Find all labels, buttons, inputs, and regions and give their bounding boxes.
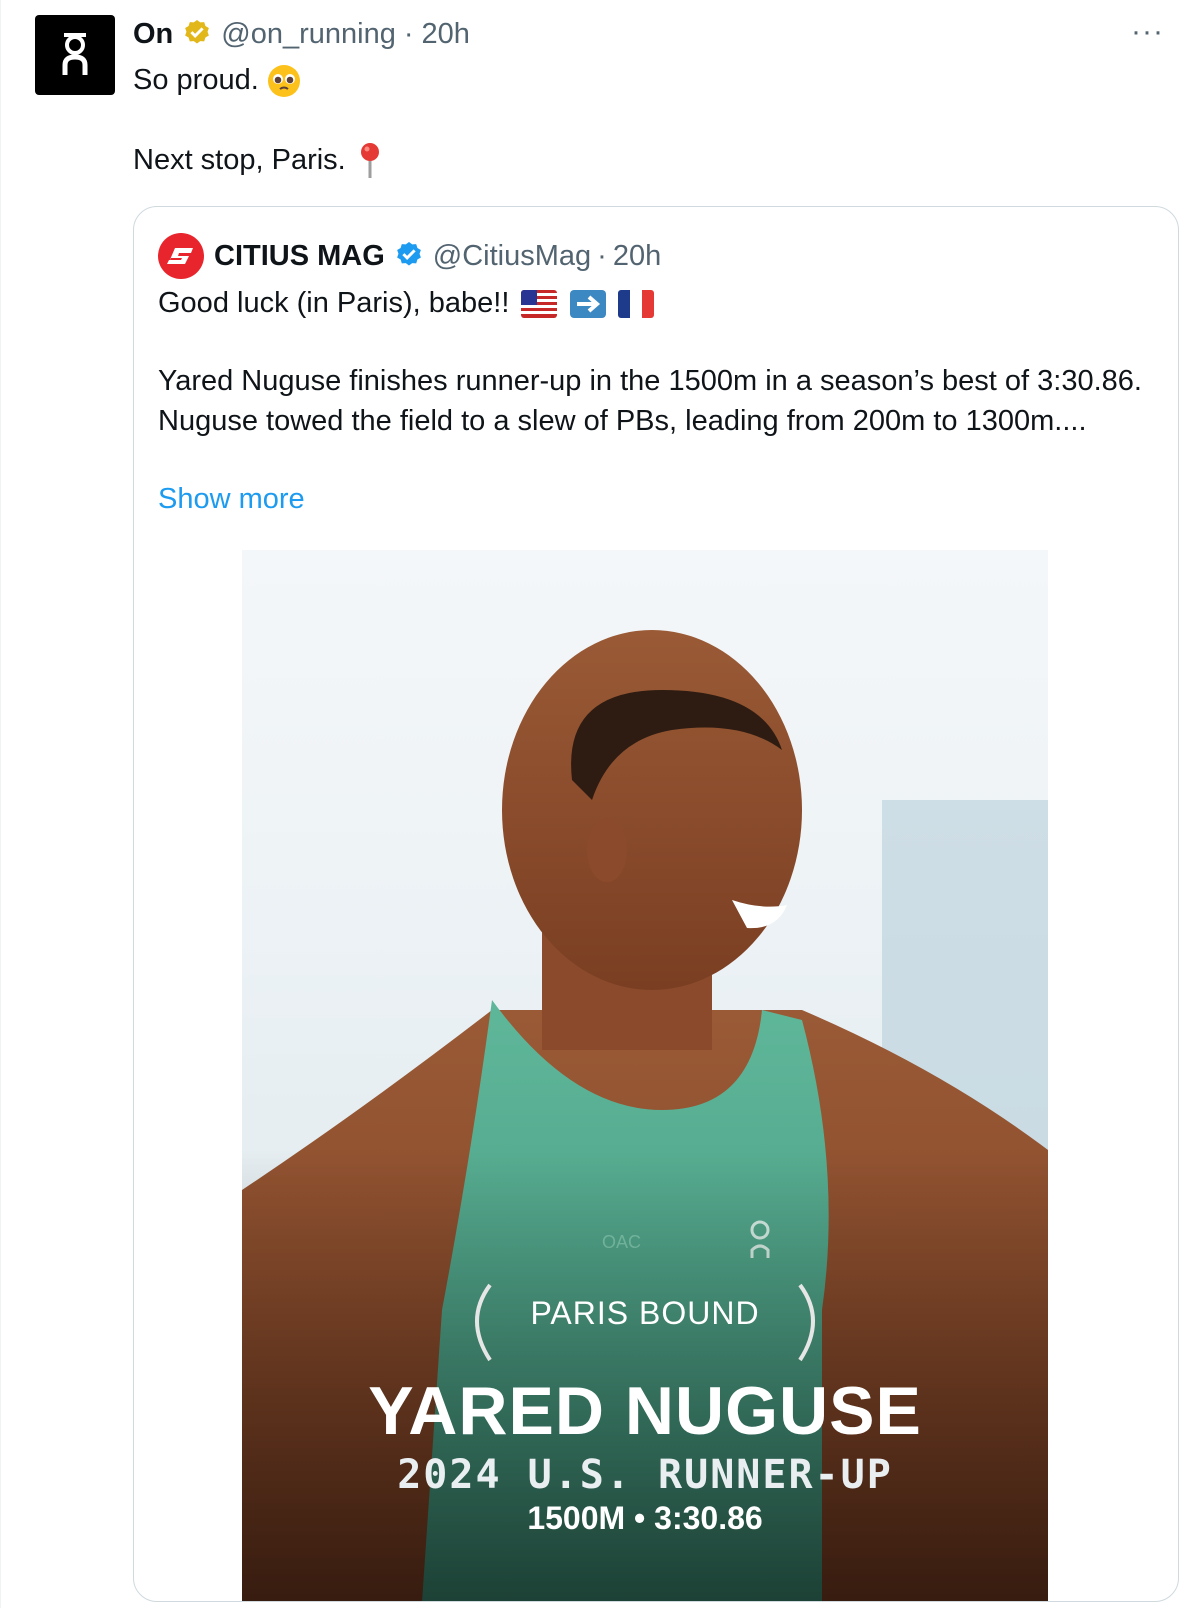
quote-time[interactable]: 20h xyxy=(613,240,661,273)
pleading-face-emoji-icon xyxy=(267,65,300,98)
citius-avatar[interactable] xyxy=(158,233,204,279)
paris-bound-label: PARIS BOUND xyxy=(530,1295,760,1331)
author-handle[interactable]: @on_running xyxy=(221,18,396,51)
quote-author-name[interactable]: CITIUS MAG xyxy=(214,240,385,273)
runner-up-label: 2024 U.S. RUNNER-UP xyxy=(397,1452,893,1498)
tweet-time[interactable]: 20h xyxy=(422,18,470,51)
right-arrow-icon xyxy=(569,290,606,319)
tweet-line1-text: So proud. xyxy=(133,64,259,96)
dot-separator: · xyxy=(403,17,414,50)
timeline-border xyxy=(0,0,1,1608)
athlete-name-label: YARED NUGUSE xyxy=(368,1373,922,1449)
tweet-text-line1: So proud. xyxy=(133,60,301,100)
quote-handle[interactable]: @CitiusMag xyxy=(433,240,591,273)
author-name[interactable]: On xyxy=(133,18,173,51)
on-logo-icon xyxy=(62,33,88,75)
on-avatar[interactable] xyxy=(35,15,115,95)
tweet-text-line2: Next stop, Paris. xyxy=(133,140,382,180)
quote-header: CITIUS MAG @CitiusMag · 20h xyxy=(158,233,661,279)
quote-line1-text: Good luck (in Paris), babe!! xyxy=(158,287,510,319)
tweet-header: On @on_running · 20h xyxy=(133,14,470,54)
verified-gold-icon xyxy=(185,20,210,44)
more-options-icon[interactable]: ··· xyxy=(1131,17,1164,47)
show-more-link[interactable]: Show more xyxy=(158,479,305,519)
tweet-line2-text: Next stop, Paris. xyxy=(133,144,346,176)
event-result-label: 1500M • 3:30.86 xyxy=(527,1500,763,1536)
france-flag-icon xyxy=(617,290,654,319)
us-flag-icon xyxy=(521,290,558,319)
verified-blue-icon xyxy=(396,242,421,266)
quote-body: Yared Nuguse finishes runner-up in the 1… xyxy=(158,365,1142,437)
round-pushpin-icon xyxy=(360,143,379,179)
quote-text-line1: Good luck (in Paris), babe!! xyxy=(158,283,654,323)
citius-logo-icon xyxy=(167,248,193,264)
quote-media-image[interactable]: OAC PARIS BOUND YARED NUGUSE 2024 U.S. R… xyxy=(242,550,1048,1601)
quoted-tweet[interactable]: CITIUS MAG @CitiusMag · 20h Good luck (i… xyxy=(133,206,1179,1602)
dot-separator: · xyxy=(597,239,607,272)
